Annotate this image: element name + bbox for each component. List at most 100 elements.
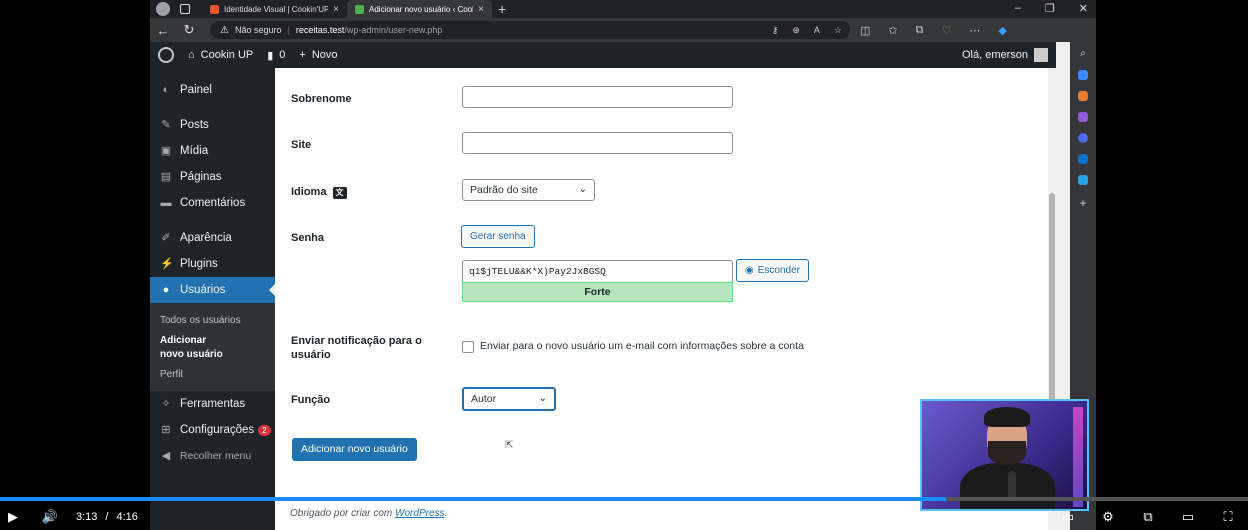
outlook-icon[interactable] xyxy=(1078,154,1088,164)
idioma-selected-value: Padrão do site xyxy=(470,184,538,196)
avatar xyxy=(1034,48,1048,62)
home-icon: ⌂ xyxy=(188,49,195,61)
copilot-sidebar-icon[interactable] xyxy=(1078,133,1088,143)
sidebar-item-ferramentas[interactable]: ✧ Ferramentas xyxy=(150,391,275,417)
profile-icon[interactable] xyxy=(156,2,170,16)
account-menu[interactable]: Olá, emerson xyxy=(962,48,1048,62)
copilot-icon[interactable]: ◆ xyxy=(998,24,1006,37)
browser-essentials-icon[interactable]: ♡ xyxy=(941,24,951,37)
add-new-user-button[interactable]: Adicionar novo usuário xyxy=(292,438,417,461)
brush-icon: ✐ xyxy=(161,232,171,244)
favorite-star-icon[interactable]: ☆ xyxy=(834,25,842,36)
close-tab-icon[interactable]: × xyxy=(333,4,339,15)
sidebar-item-label: Mídia xyxy=(180,145,209,157)
back-icon[interactable]: ← xyxy=(150,23,176,38)
collections-icon[interactable]: ⧉ xyxy=(916,24,924,37)
add-sidebar-icon[interactable]: + xyxy=(1079,196,1086,210)
sidebar-item-aparencia[interactable]: ✐ Aparência xyxy=(150,225,275,251)
rgb-lights xyxy=(1073,407,1083,507)
collapse-menu-button[interactable]: ◀ Recolher menu xyxy=(150,443,275,469)
comment-bubble-icon: ▮ xyxy=(267,49,274,62)
sidebar-item-usuarios[interactable]: ● Usuários xyxy=(150,277,275,303)
notify-checkbox[interactable] xyxy=(462,341,474,353)
fullscreen-icon[interactable]: ⛶ xyxy=(1208,503,1248,530)
mouse-cursor-icon: ⇱ xyxy=(505,440,514,451)
new-tab-icon[interactable]: + xyxy=(498,1,506,17)
presenter-hair xyxy=(984,407,1030,427)
media-icon: ▣ xyxy=(160,145,172,157)
scroll-thumb[interactable] xyxy=(1049,193,1055,403)
more-options-icon[interactable]: ⋯ xyxy=(969,24,980,37)
volume-icon[interactable]: 🔊 xyxy=(30,503,70,530)
wordpress-logo-icon[interactable] xyxy=(158,47,174,63)
key-icon[interactable]: ⚷ xyxy=(772,25,779,36)
warning-icon[interactable]: ⚠ xyxy=(220,25,229,36)
notify-label: Enviar notificação para o usuário xyxy=(291,335,422,361)
close-tab-icon[interactable]: × xyxy=(478,4,484,15)
role-selected-value: Autor xyxy=(471,393,497,405)
sidebar-item-plugins[interactable]: ⚡ Plugins xyxy=(150,251,275,277)
comments-link[interactable]: ▮ 0 xyxy=(267,49,285,62)
chevron-down-icon: ⌄ xyxy=(578,184,587,195)
playback-speed-button[interactable]: 1x xyxy=(1008,503,1048,530)
captions-icon[interactable]: ▭ xyxy=(1048,503,1088,530)
shopping-icon[interactable] xyxy=(1078,70,1088,80)
zoom-icon[interactable]: ⊕ xyxy=(792,25,800,36)
browser-toolbar: ◫ ✩ ⧉ ♡ ⋯ ◆ xyxy=(860,24,1007,37)
search-icon[interactable]: ⌕ xyxy=(1080,48,1086,59)
site-name-link[interactable]: ⌂ Cookin UP xyxy=(188,49,253,61)
picture-in-picture-icon[interactable]: ⧉ xyxy=(1128,503,1168,530)
submenu-todos-usuarios[interactable]: Todos os usuários xyxy=(150,311,275,331)
dashboard-icon: ◐ xyxy=(162,84,170,96)
send-icon[interactable] xyxy=(1078,175,1088,185)
time-separator: / xyxy=(105,510,109,523)
settings-gear-icon[interactable]: ⚙ xyxy=(1088,503,1128,530)
read-aloud-icon[interactable]: A xyxy=(814,25,820,36)
tab-adicionar-usuario[interactable]: Adicionar novo usuário ‹ Cookin × xyxy=(347,0,492,18)
submenu-adicionar-usuario[interactable]: Adicionar novo usuário xyxy=(150,331,240,365)
sidebar-item-painel[interactable]: ◐ Painel xyxy=(150,77,275,103)
notify-checkbox-label[interactable]: Enviar para o novo usuário um e-mail com… xyxy=(480,340,804,352)
webcam-overlay xyxy=(920,399,1089,511)
sidebar-item-label: Usuários xyxy=(180,284,226,296)
maximize-icon[interactable]: ❐ xyxy=(1045,2,1055,15)
minimize-icon[interactable]: – xyxy=(1015,2,1021,15)
skip-forward-icon[interactable]: » xyxy=(968,503,1008,530)
url-field[interactable]: ⚠ Não seguro | receitas.test/wp-admin/us… xyxy=(210,21,850,39)
sidebar-item-posts[interactable]: ✎ Posts xyxy=(150,112,275,138)
new-label: Novo xyxy=(311,49,338,61)
tab-identidade-visual[interactable]: Identidade Visual | Cookin'UP – I × xyxy=(202,0,347,18)
sidebar-item-comentarios[interactable]: ▬ Comentários xyxy=(150,190,275,216)
pin-icon: ✎ xyxy=(161,119,171,131)
translate-icon: 文 xyxy=(332,187,347,199)
refresh-icon[interactable]: ↻ xyxy=(176,22,202,38)
theater-mode-icon[interactable]: ▭ xyxy=(1168,503,1208,530)
site-input[interactable] xyxy=(462,132,733,154)
play-icon[interactable]: ▶ xyxy=(0,503,26,530)
greeting: Olá, emerson xyxy=(961,49,1028,61)
idioma-select[interactable]: Padrão do site ⌄ xyxy=(462,179,595,201)
video-progress-bar[interactable] xyxy=(0,497,1248,501)
generate-password-button[interactable]: Gerar senha xyxy=(461,225,535,248)
split-screen-icon[interactable]: ◫ xyxy=(860,24,870,37)
favorites-icon[interactable]: ✩ xyxy=(888,24,897,37)
security-label[interactable]: Não seguro xyxy=(235,25,282,35)
tab-actions-icon[interactable] xyxy=(180,4,190,14)
role-select[interactable]: Autor ⌄ xyxy=(462,387,556,411)
sidebar-item-configuracoes[interactable]: ⊞ Configurações 2 xyxy=(150,417,275,443)
sidebar-item-midia[interactable]: ▣ Mídia xyxy=(150,138,275,164)
submenu-perfil[interactable]: Perfil xyxy=(150,365,275,385)
hide-password-button[interactable]: ◉ Esconder xyxy=(736,259,809,282)
site-name: Cookin UP xyxy=(200,49,254,61)
games-icon[interactable] xyxy=(1078,112,1088,122)
tools-icon[interactable] xyxy=(1078,91,1088,101)
video-controls: ▶ 🔊 3:13 / 4:16 » 1x ▭ ⚙ ⧉ ▭ ⛶ xyxy=(0,503,1248,530)
sidebar-item-paginas[interactable]: ▤ Páginas xyxy=(150,164,275,190)
sidebar-item-label: Plugins xyxy=(180,258,218,270)
current-time: 3:13 xyxy=(76,510,98,523)
new-content-link[interactable]: + Novo xyxy=(299,49,337,61)
sobrenome-input[interactable] xyxy=(462,86,733,108)
close-window-icon[interactable]: ✕ xyxy=(1079,2,1088,15)
duration: 4:16 xyxy=(116,510,138,523)
password-input[interactable]: q1$jTELU&&K*X)Pay2JxBGSQ xyxy=(462,260,733,282)
